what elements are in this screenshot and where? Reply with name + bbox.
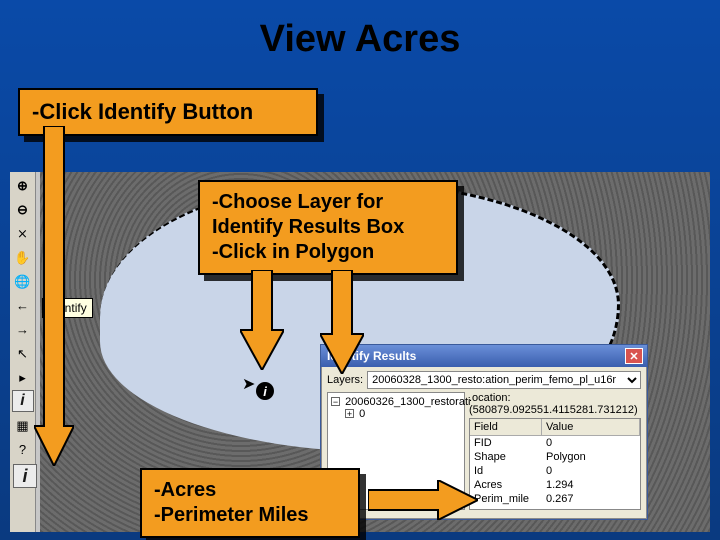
xy-button[interactable]: ⨯ [12,222,34,244]
arrow-icon [368,480,478,520]
layers-select[interactable]: 20060328_1300_resto:ation_perim_femo_pl_… [367,371,641,389]
tree-root[interactable]: − 20060326_1300_restorati [331,396,461,408]
arrow-icon [320,270,364,374]
identify-badge-icon: i [256,382,274,400]
pointer-button[interactable]: ▸ [12,366,34,388]
window-titlebar[interactable]: Identify Results ✕ [321,345,647,367]
cell-field: Id [470,464,542,478]
attribute-table: Field Value FID0 ShapePolygon Id0 Acres1… [469,418,641,510]
tree-root-label: 20060326_1300_restorati [345,396,470,408]
col-field: Field [470,419,542,435]
table-row: Id0 [470,464,640,478]
callout-line: -Choose Layer for [212,190,444,215]
tree-toggle-icon[interactable]: + [345,409,354,418]
callout-line: Identify Results Box [212,215,444,240]
location-label: .ocation: [469,392,511,404]
arrow-icon [240,270,284,370]
zoom-in-button[interactable]: ⊕ [12,174,34,196]
slide-title: View Acres [0,0,720,61]
cell-field: Perim_mile [470,492,542,506]
callout-choose-layer: -Choose Layer for Identify Results Box -… [198,180,458,275]
table-row: ShapePolygon [470,450,640,464]
identify-button-large[interactable]: i [13,464,37,488]
callout-acres: -Acres -Perimeter Miles [140,468,360,538]
help-button[interactable]: ? [12,438,34,460]
cursor-arrow-icon: ➤ [242,374,255,394]
location-value: (580879.092551.4115281.731212) [469,404,638,416]
select-button[interactable]: ↖ [12,342,34,364]
cell-value: 1.294 [542,478,640,492]
cell-field: Shape [470,450,542,464]
close-button[interactable]: ✕ [625,348,643,364]
location-row: .ocation: (580879.092551.4115281.731212) [469,392,641,416]
callout-line: -Perimeter Miles [154,503,346,528]
zoom-out-button[interactable]: ⊖ [12,198,34,220]
callout-line: -Click in Polygon [212,240,444,265]
col-value: Value [542,419,640,435]
full-extent-button[interactable]: 🌐 [12,270,34,292]
find-button[interactable]: ▦ [12,414,34,436]
cell-value: Polygon [542,450,640,464]
pan-button[interactable]: ✋ [12,246,34,268]
layers-label: Layers: [327,374,363,386]
cell-value: 0.267 [542,492,640,506]
callout-text: -Click Identify Button [32,99,253,124]
callout-line: -Acres [154,478,346,503]
table-row: Acres1.294 [470,478,640,492]
cell-field: FID [470,436,542,450]
back-button[interactable]: ← [12,294,34,316]
cell-value: 0 [542,464,640,478]
table-row: Perim_mile0.267 [470,492,640,506]
identify-button[interactable]: i [12,390,34,412]
close-icon: ✕ [629,350,638,363]
cell-field: Acres [470,478,542,492]
arrow-icon [34,126,74,466]
forward-button[interactable]: → [12,318,34,340]
tree-child-label: 0 [359,408,365,420]
table-row: FID0 [470,436,640,450]
cell-value: 0 [542,436,640,450]
tree-child[interactable]: + 0 [331,408,461,420]
tree-toggle-icon[interactable]: − [331,397,340,406]
